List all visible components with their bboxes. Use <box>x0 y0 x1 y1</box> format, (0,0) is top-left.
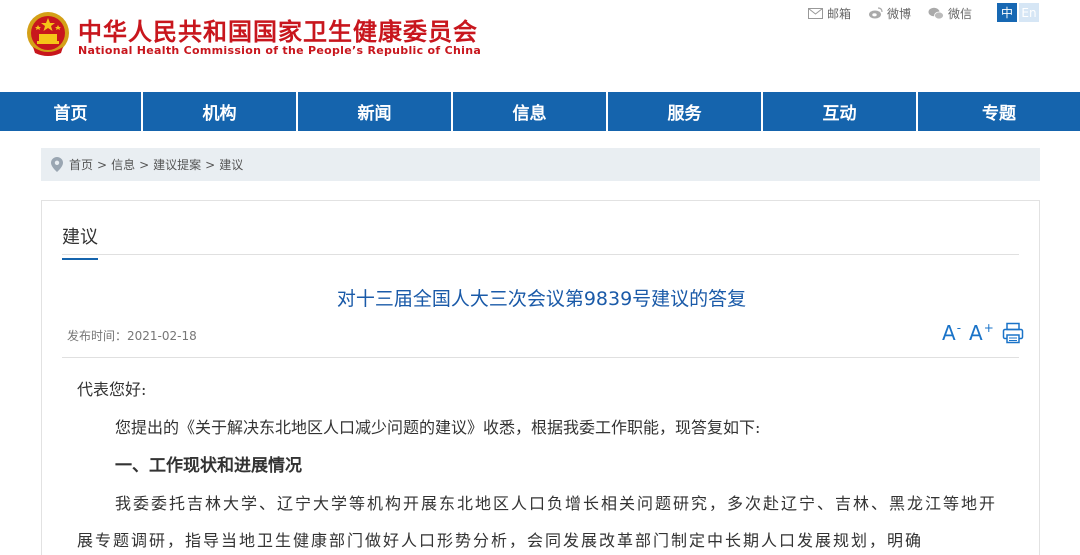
article-tools: A- A + <box>942 322 1032 344</box>
lang-en-button[interactable]: En <box>1019 3 1039 22</box>
nav-item-interaction[interactable]: 互动 <box>763 92 918 131</box>
print-button[interactable] <box>1002 322 1024 344</box>
breadcrumb-separator: > <box>205 157 216 172</box>
font-increase-letter: A <box>969 321 983 345</box>
font-decrease-sign: - <box>956 321 962 335</box>
main-nav: 首页 机构 新闻 信息 服务 互动 专题 <box>0 92 1080 131</box>
print-icon <box>1002 322 1024 344</box>
breadcrumb: 首页 > 信息 > 建议提案 > 建议 <box>41 148 1040 181</box>
content-divider <box>62 357 1019 358</box>
wechat-icon <box>928 7 944 19</box>
breadcrumb-home[interactable]: 首页 <box>69 156 93 173</box>
weibo-link[interactable]: 微博 <box>868 5 911 22</box>
location-pin-icon <box>51 157 63 172</box>
breadcrumb-separator: > <box>139 157 150 172</box>
content-panel: 建议 对十三届全国人大三次会议第9839号建议的答复 发布时间：2021-02-… <box>41 200 1040 555</box>
nav-item-home[interactable]: 首页 <box>0 92 143 131</box>
publish-date-value: 2021-02-18 <box>127 329 197 343</box>
wechat-link[interactable]: 微信 <box>928 5 972 22</box>
nav-item-topics[interactable]: 专题 <box>918 92 1080 131</box>
nav-item-news[interactable]: 新闻 <box>298 92 453 131</box>
publish-date-label: 发布时间： <box>67 329 128 343</box>
breadcrumb-separator: > <box>97 157 108 172</box>
article-greeting: 代表您好: <box>77 380 147 399</box>
mail-link[interactable]: 邮箱 <box>808 5 851 22</box>
section-divider <box>62 254 1019 255</box>
nav-item-services[interactable]: 服务 <box>608 92 763 131</box>
mail-label: 邮箱 <box>827 6 852 21</box>
national-emblem-icon[interactable] <box>25 9 71 59</box>
mail-icon <box>808 7 823 19</box>
publish-date: 发布时间：2021-02-18 <box>67 327 197 344</box>
lang-zh-button[interactable]: 中 <box>997 3 1017 22</box>
site-title-cn[interactable]: 中华人民共和国国家卫生健康委员会 <box>78 12 478 47</box>
top-links: 邮箱 微博 微信 <box>808 4 989 22</box>
font-decrease-button[interactable]: A- <box>942 322 961 344</box>
breadcrumb-proposals[interactable]: 建议提案 <box>153 156 201 173</box>
font-increase-button[interactable]: A + <box>969 322 994 344</box>
nav-item-information[interactable]: 信息 <box>453 92 608 131</box>
font-increase-sign: + <box>983 321 994 335</box>
article-paragraph: 我委委托吉林大学、辽宁大学等机构开展东北地区人口负增长相关问题研究，多次赴辽宁、… <box>77 494 998 550</box>
article-title: 对十三届全国人大三次会议第9839号建议的答复 <box>336 288 747 310</box>
article-body: 代表您好: 您提出的《关于解决东北地区人口减少问题的建议》收悉，根据我委工作职能… <box>77 371 997 555</box>
article-heading: 一、工作现状和进展情况 <box>115 456 302 476</box>
nav-item-institutions[interactable]: 机构 <box>143 92 298 131</box>
site-header: 中华人民共和国国家卫生健康委员会 National Health Commiss… <box>0 0 1080 92</box>
font-decrease-letter: A <box>942 321 956 345</box>
breadcrumb-suggestions[interactable]: 建议 <box>219 156 243 173</box>
wechat-label: 微信 <box>948 6 973 21</box>
language-switch: 中 En <box>997 3 1041 22</box>
weibo-label: 微博 <box>887 6 912 21</box>
breadcrumb-information[interactable]: 信息 <box>111 156 135 173</box>
site-title-en[interactable]: National Health Commission of the People… <box>78 44 481 57</box>
weibo-icon <box>869 7 883 19</box>
article-intro: 您提出的《关于解决东北地区人口减少问题的建议》收悉，根据我委工作职能，现答复如下… <box>115 418 761 437</box>
